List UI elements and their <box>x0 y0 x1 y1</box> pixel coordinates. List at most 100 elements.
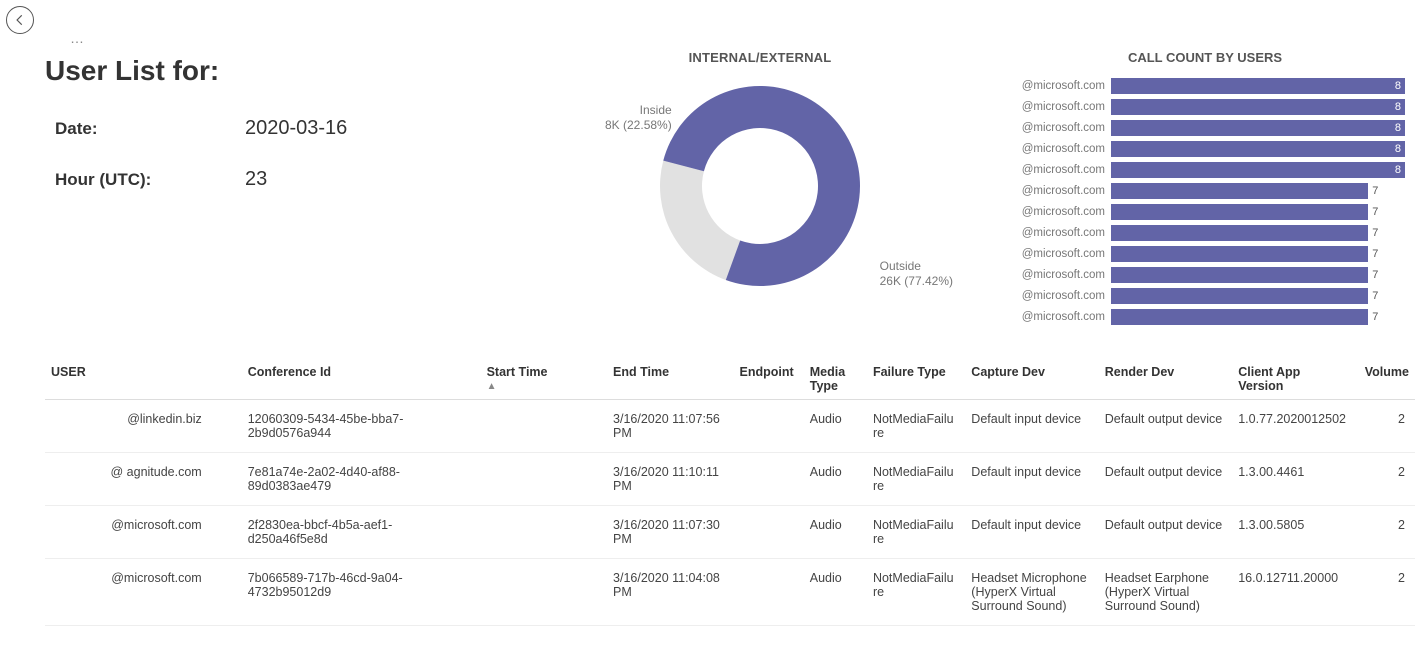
bar-row[interactable]: @microsoft.com7 <box>1005 182 1405 199</box>
bar-fill <box>1111 288 1368 304</box>
bar-track: 8 <box>1111 99 1405 115</box>
bar-row[interactable]: @microsoft.com8 <box>1005 119 1405 136</box>
table-cell: 2f2830ea-bbcf-4b5a-aef1-d250a46f5e8d <box>242 506 481 559</box>
table-header[interactable]: Capture Dev <box>965 359 1098 400</box>
more-icon[interactable]: … <box>70 30 86 46</box>
table-header[interactable]: End Time <box>607 359 733 400</box>
table-cell <box>481 400 607 453</box>
bar-track: 8 <box>1111 78 1405 94</box>
table-cell <box>733 453 803 506</box>
bar-fill <box>1111 162 1405 178</box>
table-cell <box>481 559 607 626</box>
table-cell <box>733 400 803 453</box>
bar-row[interactable]: @microsoft.com7 <box>1005 287 1405 304</box>
bar-value: 7 <box>1368 267 1382 283</box>
bar-row[interactable]: @microsoft.com7 <box>1005 203 1405 220</box>
table-header[interactable]: Failure Type <box>867 359 965 400</box>
bar-value: 8 <box>1391 99 1405 115</box>
table-row[interactable]: @microsoft.com7b066589-717b-46cd-9a04-47… <box>45 559 1415 626</box>
bar-user-label: @microsoft.com <box>1005 164 1111 176</box>
table-cell: 12060309-5434-45be-bba7-2b9d0576a944 <box>242 400 481 453</box>
table-cell: 7e81a74e-2a02-4d40-af88-89d0383ae479 <box>242 453 481 506</box>
table-cell: 3/16/2020 11:07:30 PM <box>607 506 733 559</box>
table-header[interactable]: Media Type <box>804 359 867 400</box>
bar-value: 7 <box>1368 246 1382 262</box>
bar-row[interactable]: @microsoft.com 7 <box>1005 266 1405 283</box>
date-label: Date: <box>55 119 245 139</box>
table-cell: Default input device <box>965 506 1098 559</box>
bar-fill <box>1111 204 1368 220</box>
table-header[interactable]: Render Dev <box>1099 359 1232 400</box>
bar-track: 7 <box>1111 183 1405 199</box>
table-row[interactable]: @linkedin.biz12060309-5434-45be-bba7-2b9… <box>45 400 1415 453</box>
bar-value: 8 <box>1391 120 1405 136</box>
table-header[interactable]: Start Time▲ <box>481 359 607 400</box>
table-row[interactable]: @ agnitude.com7e81a74e-2a02-4d40-af88-89… <box>45 453 1415 506</box>
table-cell: 1.0.77.2020012502 <box>1232 400 1358 453</box>
bar-track: 7 <box>1111 204 1405 220</box>
bar-value: 7 <box>1368 225 1382 241</box>
table-row[interactable]: @microsoft.com2f2830ea-bbcf-4b5a-aef1-d2… <box>45 506 1415 559</box>
bar-track: 8 <box>1111 120 1405 136</box>
bar-user-label: @microsoft.com <box>1005 227 1111 239</box>
hour-value: 23 <box>245 168 267 191</box>
bar-track: 7 <box>1111 246 1405 262</box>
bar-fill <box>1111 141 1405 157</box>
back-button[interactable] <box>6 6 34 34</box>
sort-asc-icon: ▲ <box>487 381 597 392</box>
table-cell: 3/16/2020 11:07:56 PM <box>607 400 733 453</box>
bar-value: 8 <box>1391 78 1405 94</box>
table-header[interactable]: Volume <box>1359 359 1415 400</box>
table-cell: Default output device <box>1099 453 1232 506</box>
bar-row[interactable]: @microsoft.com 8 <box>1005 98 1405 115</box>
donut-chart[interactable]: Inside8K (22.58%)Outside26K (77.42%) <box>645 71 875 301</box>
table-header[interactable]: USER <box>45 359 242 400</box>
table-cell: Default input device <box>965 400 1098 453</box>
bar-track: 7 <box>1111 225 1405 241</box>
table-header[interactable]: Endpoint <box>733 359 803 400</box>
table-cell: Audio <box>804 506 867 559</box>
table-cell: Default output device <box>1099 506 1232 559</box>
table-cell: 3/16/2020 11:04:08 PM <box>607 559 733 626</box>
table-cell: Audio <box>804 453 867 506</box>
user-table: USERConference IdStart Time▲End TimeEndp… <box>45 359 1415 626</box>
table-cell: 16.0.12711.20000 <box>1232 559 1358 626</box>
arrow-left-icon <box>13 13 27 27</box>
table-cell: Headset Earphone (HyperX Virtual Surroun… <box>1099 559 1232 626</box>
bar-row[interactable]: @microsoft.com8 <box>1005 140 1405 157</box>
table-cell: Default input device <box>965 453 1098 506</box>
table-cell: @linkedin.biz <box>45 400 242 453</box>
bar-row[interactable]: @microsoft.com7 <box>1005 308 1405 325</box>
table-cell: Audio <box>804 559 867 626</box>
chart-title: INTERNAL/EXTERNAL <box>525 50 995 65</box>
table-cell: 2 <box>1359 559 1415 626</box>
call-count-title: CALL COUNT BY USERS <box>1005 50 1405 65</box>
bar-row[interactable]: @microsoft.com 7 <box>1005 245 1405 262</box>
table-cell: 2 <box>1359 400 1415 453</box>
donut-label-inside: Inside8K (22.58%) <box>605 103 672 133</box>
bar-user-label: @microsoft.com <box>1005 290 1111 302</box>
table-header[interactable]: Client App Version <box>1232 359 1358 400</box>
table-cell: Audio <box>804 400 867 453</box>
table-header[interactable]: Conference Id <box>242 359 481 400</box>
table-cell: NotMediaFailure <box>867 559 965 626</box>
bar-track: 8 <box>1111 141 1405 157</box>
bar-user-label: @microsoft.com <box>1005 311 1111 323</box>
bar-track: 7 <box>1111 288 1405 304</box>
bar-user-label: @microsoft.com <box>1005 101 1111 113</box>
table-cell: 2 <box>1359 453 1415 506</box>
info-panel: User List for: Date: 2020-03-16 Hour (UT… <box>45 50 515 219</box>
bar-row[interactable]: @microsoft.com8 <box>1005 77 1405 94</box>
bar-row[interactable]: @microsoft.com8 <box>1005 161 1405 178</box>
bar-user-label: @microsoft.com <box>1005 269 1111 281</box>
table-cell: 1.3.00.5805 <box>1232 506 1358 559</box>
bar-row[interactable]: @microsoft.com 7 <box>1005 224 1405 241</box>
table-cell: Default output device <box>1099 400 1232 453</box>
table-cell: 2 <box>1359 506 1415 559</box>
bar-user-label: @microsoft.com <box>1005 248 1111 260</box>
date-value: 2020-03-16 <box>245 117 347 140</box>
table-cell <box>733 506 803 559</box>
table-cell: 7b066589-717b-46cd-9a04-4732b95012d9 <box>242 559 481 626</box>
table-cell: Headset Microphone (HyperX Virtual Surro… <box>965 559 1098 626</box>
table-cell <box>733 559 803 626</box>
